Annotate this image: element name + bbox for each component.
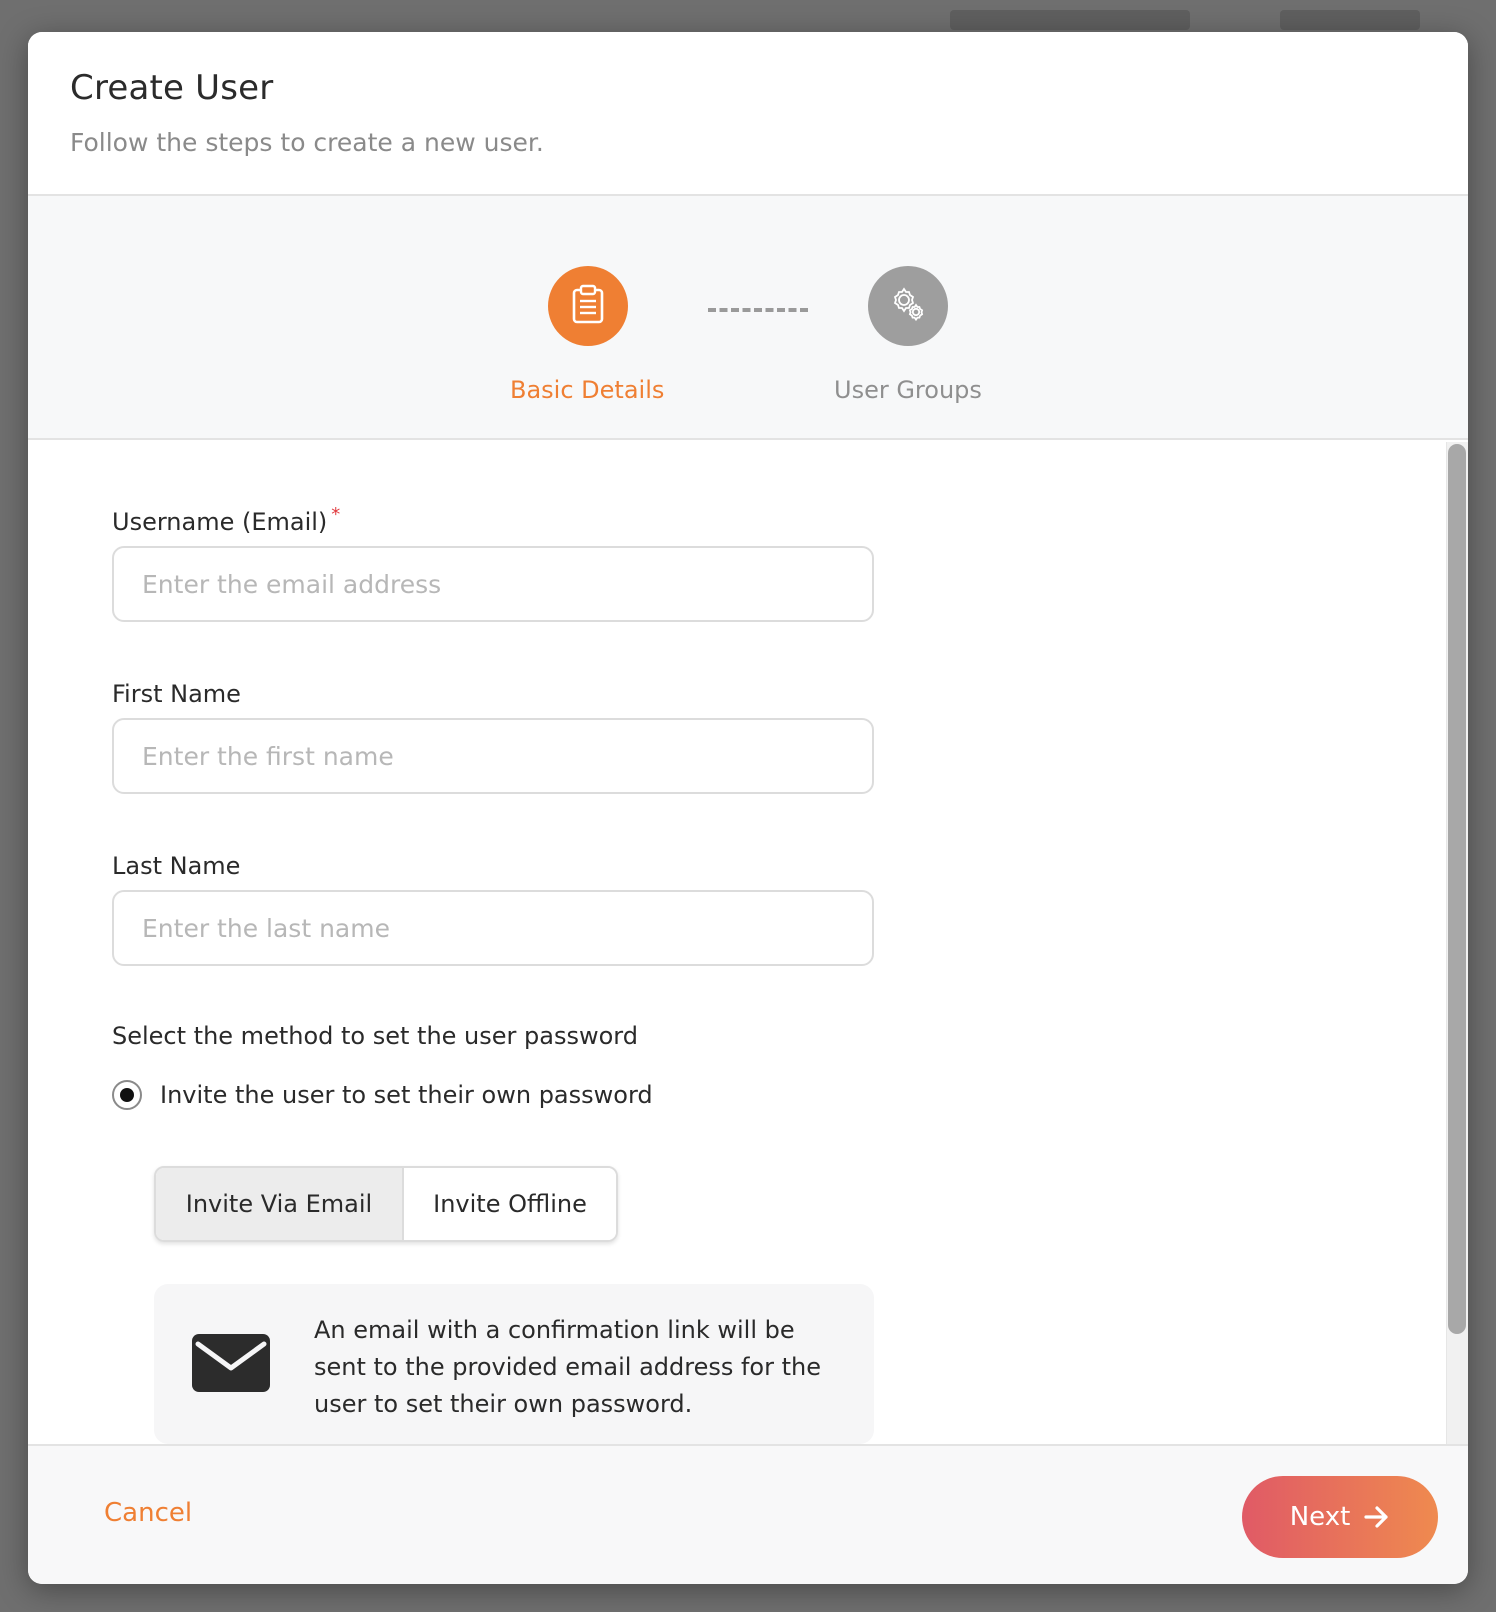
dialog-subtitle: Follow the steps to create a new user. (70, 128, 544, 157)
username-email-input[interactable] (112, 546, 874, 622)
invite-user-radio-option[interactable]: Invite the user to set their own passwor… (112, 1080, 653, 1110)
envelope-icon (192, 1334, 270, 1396)
step-user-groups-circle[interactable] (868, 266, 948, 346)
first-name-input[interactable] (112, 718, 874, 794)
password-method-heading: Select the method to set the user passwo… (112, 1022, 638, 1050)
radio-selected-dot (120, 1088, 134, 1102)
step-basic-details-circle[interactable] (548, 266, 628, 346)
clipboard-icon (571, 284, 605, 328)
first-name-label: First Name (112, 680, 241, 708)
form-scroll-area: Username (Email)* First Name Last Name S… (28, 442, 1468, 1478)
invite-offline-button[interactable]: Invite Offline (404, 1168, 616, 1240)
step-user-groups-label[interactable]: User Groups (834, 376, 982, 404)
next-button-label: Next (1289, 1502, 1351, 1532)
create-user-dialog: Create User Follow the steps to create a… (28, 32, 1468, 1584)
invite-user-radio-label[interactable]: Invite the user to set their own passwor… (160, 1081, 653, 1109)
step-connector (708, 308, 808, 312)
invite-mode-toggle: Invite Via Email Invite Offline (154, 1166, 618, 1242)
last-name-label: Last Name (112, 852, 241, 880)
stepper: Basic Details User Groups (28, 196, 1468, 440)
background-app-content (950, 10, 1190, 30)
invite-user-radio[interactable] (112, 1080, 142, 1110)
username-label-text: Username (Email) (112, 508, 328, 536)
form-scrollbar[interactable] (1446, 442, 1468, 1478)
dialog-title: Create User (70, 68, 274, 108)
step-basic-details-label[interactable]: Basic Details (510, 376, 664, 404)
last-name-input[interactable] (112, 890, 874, 966)
cancel-button[interactable]: Cancel (104, 1498, 192, 1528)
invite-info-box: An email with a confirmation link will b… (154, 1284, 874, 1444)
next-button[interactable]: Next (1242, 1476, 1438, 1558)
dialog-footer: Cancel Next (28, 1444, 1468, 1584)
username-label: Username (Email) * (112, 504, 340, 536)
form-scrollbar-thumb[interactable] (1448, 444, 1466, 1334)
invite-info-text: An email with a confirmation link will b… (314, 1316, 821, 1418)
arrow-right-icon (1364, 1505, 1390, 1529)
invite-via-email-button[interactable]: Invite Via Email (156, 1168, 404, 1240)
required-marker: * (331, 504, 341, 525)
dialog-header: Create User Follow the steps to create a… (28, 32, 1468, 196)
background-app-content (1280, 10, 1420, 30)
gears-icon (888, 284, 928, 328)
